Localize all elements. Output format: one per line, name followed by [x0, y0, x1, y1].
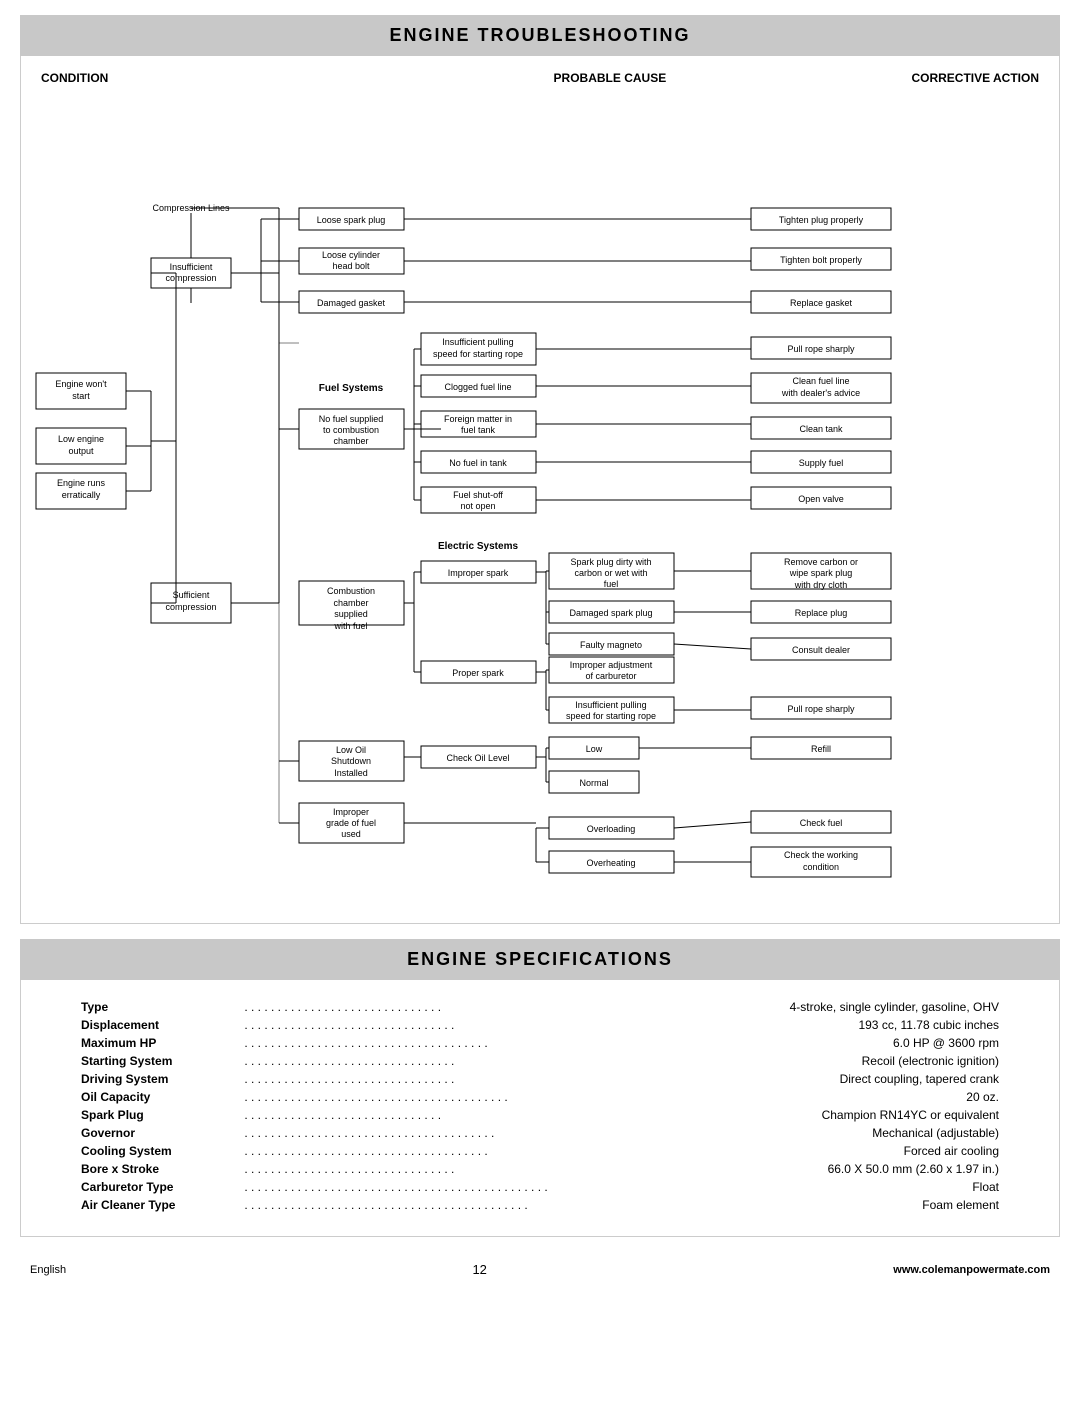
svg-text:Pull rope sharply: Pull rope sharply [787, 704, 855, 714]
svg-text:not open: not open [460, 501, 495, 511]
svg-text:Sufficient: Sufficient [173, 590, 210, 600]
spec-row-bore: Bore x Stroke . . . . . . . . . . . . . … [81, 1162, 999, 1176]
spec-row-sparkplug: Spark Plug . . . . . . . . . . . . . . .… [81, 1108, 999, 1122]
svg-text:Low engine: Low engine [58, 434, 104, 444]
svg-text:Tighten bolt properly: Tighten bolt properly [780, 255, 862, 265]
svg-text:Overheating: Overheating [586, 858, 635, 868]
svg-text:Check the working: Check the working [784, 850, 858, 860]
svg-text:Fuel Systems: Fuel Systems [319, 383, 384, 394]
svg-text:of carburetor: of carburetor [585, 671, 636, 681]
svg-text:Installed: Installed [334, 768, 368, 778]
svg-text:Replace plug: Replace plug [795, 608, 848, 618]
svg-text:Open valve: Open valve [798, 494, 844, 504]
svg-text:carbon or wet with: carbon or wet with [574, 568, 647, 578]
corrective-action-header: CORRECTIVE ACTION [911, 71, 1039, 85]
svg-text:grade of fuel: grade of fuel [326, 818, 376, 828]
svg-text:Combustion: Combustion [327, 586, 375, 596]
svg-text:chamber: chamber [333, 598, 368, 608]
svg-text:No fuel in tank: No fuel in tank [449, 458, 507, 468]
svg-text:Refill: Refill [811, 744, 831, 754]
svg-text:Damaged gasket: Damaged gasket [317, 298, 386, 308]
svg-text:Low: Low [586, 744, 603, 754]
svg-text:Fuel shut-off: Fuel shut-off [453, 490, 503, 500]
svg-text:Improper spark: Improper spark [448, 568, 509, 578]
svg-text:Improper: Improper [333, 807, 369, 817]
spec-row-aircleaner: Air Cleaner Type . . . . . . . . . . . .… [81, 1198, 999, 1212]
svg-text:with dealer's advice: with dealer's advice [781, 388, 860, 398]
page-number: 12 [66, 1262, 893, 1277]
spec-row-type: Type . . . . . . . . . . . . . . . . . .… [81, 1000, 999, 1014]
svg-text:Consult dealer: Consult dealer [792, 645, 850, 655]
svg-text:Normal: Normal [579, 778, 608, 788]
svg-text:Improper adjustment: Improper adjustment [570, 660, 653, 670]
svg-text:with fuel: with fuel [333, 621, 367, 631]
svg-text:Faulty magneto: Faulty magneto [580, 640, 642, 650]
svg-text:Tighten plug properly: Tighten plug properly [779, 215, 864, 225]
svg-text:Insufficient: Insufficient [170, 262, 213, 272]
svg-text:Spark plug dirty with: Spark plug dirty with [570, 557, 651, 567]
footer: English 12 www.colemanpowermate.com [0, 1247, 1080, 1292]
svg-text:Loose cylinder: Loose cylinder [322, 250, 380, 260]
svg-text:Remove carbon or: Remove carbon or [784, 557, 858, 567]
spec-row-maxhp: Maximum HP . . . . . . . . . . . . . . .… [81, 1036, 999, 1050]
svg-text:fuel: fuel [604, 579, 619, 589]
svg-text:erratically: erratically [62, 490, 101, 500]
spec-row-starting: Starting System . . . . . . . . . . . . … [81, 1054, 999, 1068]
svg-text:Insufficient pulling: Insufficient pulling [575, 700, 646, 710]
svg-text:Pull rope sharply: Pull rope sharply [787, 344, 855, 354]
spec-row-displacement: Displacement . . . . . . . . . . . . . .… [81, 1018, 999, 1032]
svg-text:Shutdown: Shutdown [331, 756, 371, 766]
svg-text:condition: condition [803, 862, 839, 872]
footer-language: English [30, 1264, 66, 1276]
svg-text:Clean tank: Clean tank [799, 424, 843, 434]
svg-text:Engine runs: Engine runs [57, 478, 106, 488]
svg-text:used: used [341, 829, 361, 839]
svg-text:Clogged fuel line: Clogged fuel line [444, 382, 511, 392]
svg-text:Supply fuel: Supply fuel [799, 458, 844, 468]
svg-text:Damaged spark plug: Damaged spark plug [569, 608, 652, 618]
svg-text:start: start [72, 391, 90, 401]
svg-text:speed for starting rope: speed for starting rope [433, 349, 523, 359]
svg-text:Low Oil: Low Oil [336, 745, 366, 755]
svg-text:Check Oil Level: Check Oil Level [446, 753, 509, 763]
svg-text:to combustion: to combustion [323, 425, 379, 435]
svg-text:Check fuel: Check fuel [800, 818, 843, 828]
svg-text:head bolt: head bolt [332, 261, 370, 271]
svg-text:Proper spark: Proper spark [452, 668, 504, 678]
svg-text:Insufficient pulling: Insufficient pulling [442, 337, 513, 347]
probable-cause-header: PROBABLE CAUSE [554, 71, 667, 85]
spec-row-governor: Governor . . . . . . . . . . . . . . . .… [81, 1126, 999, 1140]
svg-text:supplied: supplied [334, 609, 368, 619]
svg-text:fuel tank: fuel tank [461, 425, 496, 435]
svg-text:Replace gasket: Replace gasket [790, 298, 853, 308]
svg-text:No fuel supplied: No fuel supplied [319, 414, 384, 424]
svg-text:Clean fuel line: Clean fuel line [792, 376, 849, 386]
spec-row-oil: Oil Capacity . . . . . . . . . . . . . .… [81, 1090, 999, 1104]
svg-text:speed for starting rope: speed for starting rope [566, 711, 656, 721]
specs-table: Type . . . . . . . . . . . . . . . . . .… [81, 1000, 999, 1212]
spec-row-cooling: Cooling System . . . . . . . . . . . . .… [81, 1144, 999, 1158]
svg-text:compression: compression [165, 273, 216, 283]
svg-text:chamber: chamber [333, 436, 368, 446]
svg-text:Loose spark plug: Loose spark plug [317, 215, 386, 225]
condition-header: CONDITION [41, 71, 108, 85]
svg-text:Electric Systems: Electric Systems [438, 541, 518, 552]
svg-text:with dry cloth: with dry cloth [794, 580, 848, 590]
flowchart-diagram: Engine won't start Low engine output Eng… [31, 93, 1071, 903]
svg-text:Overloading: Overloading [587, 824, 636, 834]
spec-row-driving: Driving System . . . . . . . . . . . . .… [81, 1072, 999, 1086]
svg-text:Engine won't: Engine won't [55, 379, 107, 389]
specs-header: ENGINE SPECIFICATIONS [20, 939, 1060, 980]
svg-text:wipe spark plug: wipe spark plug [789, 568, 853, 578]
page: ENGINE TROUBLESHOOTING CONDITION PROBABL… [0, 15, 1080, 1412]
troubleshooting-header: ENGINE TROUBLESHOOTING [20, 15, 1060, 56]
svg-text:Foreign matter in: Foreign matter in [444, 414, 512, 424]
footer-url: www.colemanpowermate.com [893, 1264, 1050, 1276]
spec-row-carburetor: Carburetor Type . . . . . . . . . . . . … [81, 1180, 999, 1194]
svg-text:output: output [68, 446, 94, 456]
